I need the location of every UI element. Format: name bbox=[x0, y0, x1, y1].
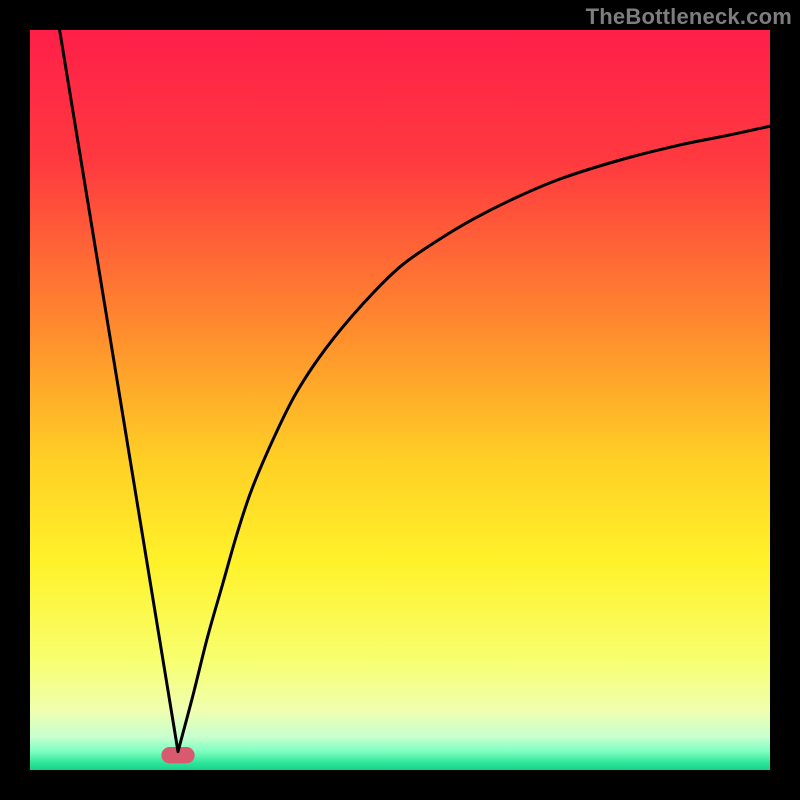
plot-area bbox=[30, 30, 770, 770]
chart-frame: TheBottleneck.com bbox=[0, 0, 800, 800]
chart-svg bbox=[30, 30, 770, 770]
watermark: TheBottleneck.com bbox=[586, 4, 792, 30]
